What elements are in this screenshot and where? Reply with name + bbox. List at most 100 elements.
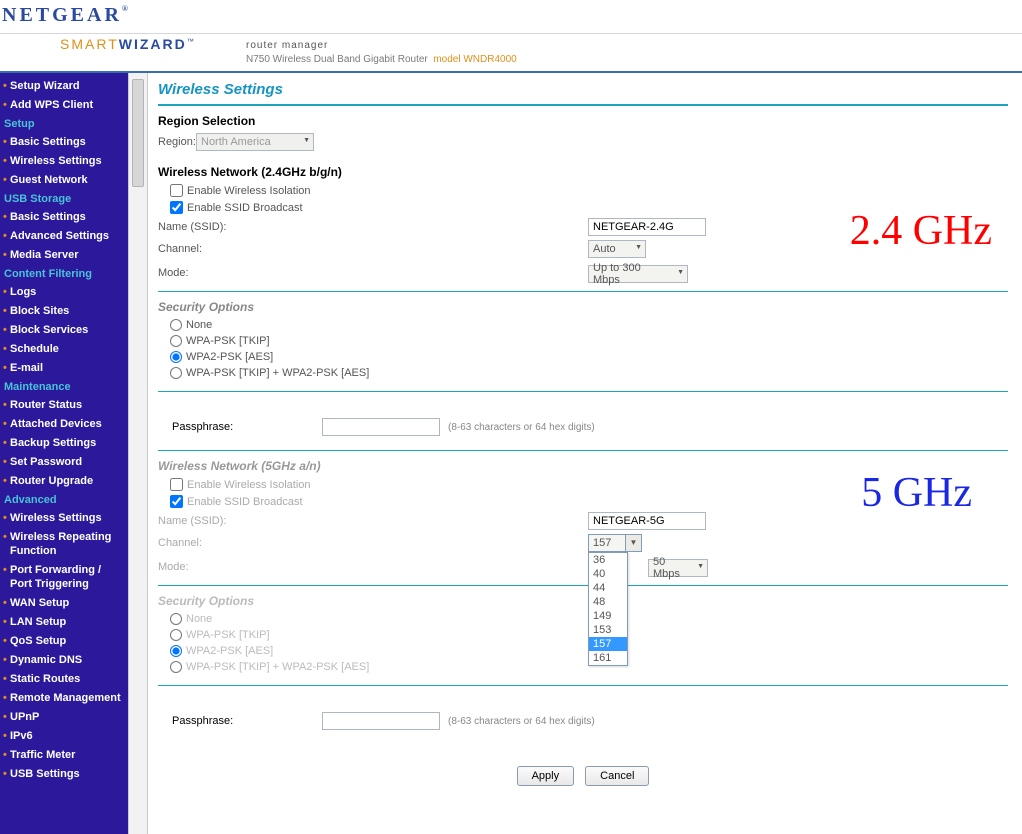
page-title: Wireless Settings	[158, 81, 1008, 98]
channel-option-161[interactable]: 161	[589, 651, 627, 665]
sidebar-item-backup-settings[interactable]: Backup Settings	[0, 434, 128, 453]
band5-ssid-input[interactable]	[588, 512, 706, 530]
chevron-down-icon[interactable]: ▼	[626, 534, 642, 552]
band24-ssid-input[interactable]	[588, 218, 706, 236]
sidebar-heading-usb-storage: USB Storage	[0, 190, 128, 208]
cancel-button[interactable]: Cancel	[585, 766, 649, 786]
apply-button[interactable]: Apply	[517, 766, 575, 786]
band24-pass-hint: (8-63 characters or 64 hex digits)	[448, 422, 595, 433]
sidebar-item-dynamic-dns[interactable]: Dynamic DNS	[0, 651, 128, 670]
security-label: WPA-PSK [TKIP] + WPA2-PSK [AES]	[186, 367, 369, 379]
band5-channel-select[interactable]: 157	[588, 534, 626, 552]
sidebar-item-guest-network[interactable]: Guest Network	[0, 171, 128, 190]
sidebar-item-wireless-repeating-function[interactable]: Wireless Repeating Function	[0, 528, 128, 561]
scrollbar-thumb[interactable]	[132, 79, 144, 187]
band24-pass-input[interactable]	[322, 418, 440, 436]
channel-option-48[interactable]: 48	[589, 595, 627, 609]
sidebar-item-remote-management[interactable]: Remote Management	[0, 689, 128, 708]
sidebar-item-usb-settings[interactable]: USB Settings	[0, 765, 128, 784]
band5-mode-label: Mode:	[158, 561, 588, 573]
sidebar: Setup WizardAdd WPS ClientSetupBasic Set…	[0, 73, 128, 834]
sidebar-heading-maintenance: Maintenance	[0, 378, 128, 396]
sidebar-item-basic-settings[interactable]: Basic Settings	[0, 208, 128, 227]
sidebar-item-qos-setup[interactable]: QoS Setup	[0, 632, 128, 651]
sidebar-item-upnp[interactable]: UPnP	[0, 708, 128, 727]
sidebar-item-e-mail[interactable]: E-mail	[0, 359, 128, 378]
sidebar-item-traffic-meter[interactable]: Traffic Meter	[0, 746, 128, 765]
sidebar-item-wireless-settings[interactable]: Wireless Settings	[0, 152, 128, 171]
band24-broadcast-checkbox[interactable]	[170, 201, 183, 214]
security-radio-2[interactable]	[170, 645, 182, 657]
band24-channel-label: Channel:	[158, 243, 588, 255]
sidebar-item-block-services[interactable]: Block Services	[0, 321, 128, 340]
sidebar-item-wan-setup[interactable]: WAN Setup	[0, 594, 128, 613]
security-radio-0[interactable]	[170, 319, 182, 331]
security-label: WPA-PSK [TKIP]	[186, 629, 270, 641]
band24-mode-select[interactable]: Up to 300 Mbps	[588, 265, 688, 283]
security-label: WPA2-PSK [AES]	[186, 645, 273, 657]
sidebar-item-set-password[interactable]: Set Password	[0, 453, 128, 472]
region-heading: Region Selection	[158, 114, 1008, 128]
sidebar-item-wireless-settings[interactable]: Wireless Settings	[0, 509, 128, 528]
region-select[interactable]: North America	[196, 133, 314, 151]
netgear-logo: NETGEAR®	[2, 4, 131, 27]
region-label: Region:	[158, 136, 196, 148]
sidebar-item-add-wps-client[interactable]: Add WPS Client	[0, 96, 128, 115]
sidebar-heading-advanced: Advanced	[0, 491, 128, 509]
security-radio-1[interactable]	[170, 335, 182, 347]
sidebar-item-advanced-settings[interactable]: Advanced Settings	[0, 227, 128, 246]
sidebar-item-router-upgrade[interactable]: Router Upgrade	[0, 472, 128, 491]
band24-ssid-label: Name (SSID):	[158, 221, 588, 233]
security-radio-3[interactable]	[170, 367, 182, 379]
router-manager-label: router manager	[246, 40, 328, 51]
security-label: WPA-PSK [TKIP]	[186, 335, 270, 347]
security-radio-0[interactable]	[170, 613, 182, 625]
main-content: 2.4 GHz 5 GHz Wireless Settings Region S…	[148, 73, 1022, 834]
sidebar-item-attached-devices[interactable]: Attached Devices	[0, 415, 128, 434]
band5-pass-input[interactable]	[322, 712, 440, 730]
band5-isolation-label: Enable Wireless Isolation	[187, 479, 311, 491]
sidebar-item-block-sites[interactable]: Block Sites	[0, 302, 128, 321]
band24-broadcast-label: Enable SSID Broadcast	[187, 202, 303, 214]
band5-pass-hint: (8-63 characters or 64 hex digits)	[448, 716, 595, 727]
smartwizard-logo: SMARTWIZARD™	[60, 36, 196, 52]
sidebar-item-setup-wizard[interactable]: Setup Wizard	[0, 77, 128, 96]
band24-security-heading: Security Options	[158, 300, 1008, 314]
band5-channel-label: Channel:	[158, 537, 588, 549]
sidebar-scrollbar[interactable]	[128, 73, 148, 834]
band5-ssid-label: Name (SSID):	[158, 515, 588, 527]
security-radio-1[interactable]	[170, 629, 182, 641]
band5-channel-dropdown[interactable]: 36404448149153157161	[588, 552, 628, 666]
sidebar-item-port-forwarding-port-triggering[interactable]: Port Forwarding / Port Triggering	[0, 561, 128, 594]
security-radio-2[interactable]	[170, 351, 182, 363]
sidebar-item-media-server[interactable]: Media Server	[0, 246, 128, 265]
channel-option-149[interactable]: 149	[589, 609, 627, 623]
channel-option-36[interactable]: 36	[589, 553, 627, 567]
band24-isolation-label: Enable Wireless Isolation	[187, 185, 311, 197]
sidebar-heading-content-filtering: Content Filtering	[0, 265, 128, 283]
band5-isolation-checkbox[interactable]	[170, 478, 183, 491]
security-label: None	[186, 319, 212, 331]
sidebar-heading-setup: Setup	[0, 115, 128, 133]
annotation-5ghz: 5 GHz	[861, 469, 972, 517]
band5-pass-label: Passphrase:	[172, 715, 322, 727]
band5-security-heading: Security Options	[158, 594, 1008, 608]
header: NETGEAR® SMARTWIZARD™ router manager N75…	[0, 0, 1022, 73]
sidebar-item-schedule[interactable]: Schedule	[0, 340, 128, 359]
channel-option-157[interactable]: 157	[589, 637, 627, 651]
band24-channel-select[interactable]: Auto	[588, 240, 646, 258]
sidebar-item-ipv6[interactable]: IPv6	[0, 727, 128, 746]
security-radio-3[interactable]	[170, 661, 182, 673]
sidebar-item-logs[interactable]: Logs	[0, 283, 128, 302]
sidebar-item-router-status[interactable]: Router Status	[0, 396, 128, 415]
sidebar-item-static-routes[interactable]: Static Routes	[0, 670, 128, 689]
channel-option-153[interactable]: 153	[589, 623, 627, 637]
security-label: None	[186, 613, 212, 625]
band5-mode-select[interactable]: 50 Mbps	[648, 559, 708, 577]
band5-broadcast-checkbox[interactable]	[170, 495, 183, 508]
sidebar-item-basic-settings[interactable]: Basic Settings	[0, 133, 128, 152]
channel-option-40[interactable]: 40	[589, 567, 627, 581]
band24-isolation-checkbox[interactable]	[170, 184, 183, 197]
channel-option-44[interactable]: 44	[589, 581, 627, 595]
sidebar-item-lan-setup[interactable]: LAN Setup	[0, 613, 128, 632]
